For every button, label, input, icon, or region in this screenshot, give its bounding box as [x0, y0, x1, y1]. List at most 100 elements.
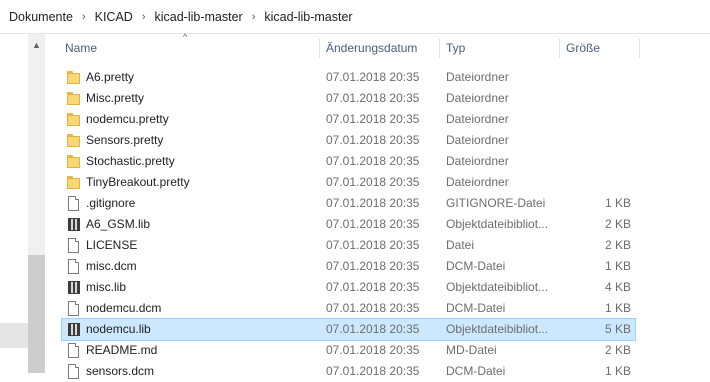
- file-name: Misc.pretty: [86, 91, 145, 105]
- chevron-right-icon[interactable]: ›: [136, 11, 152, 23]
- scroll-up-arrow-icon[interactable]: ▲: [28, 38, 45, 52]
- file-type: MD-Datei: [446, 343, 497, 357]
- breadcrumb-item-current[interactable]: kicad-lib-master: [261, 8, 355, 26]
- file-name: sensors.dcm: [86, 364, 155, 378]
- file-type: DCM-Datei: [446, 364, 506, 378]
- file-row[interactable]: README.md 07.01.2018 20:35 MD-Datei 2 KB: [62, 340, 635, 361]
- column-header-type[interactable]: Typ: [446, 34, 556, 62]
- file-type: Dateiordner: [446, 112, 509, 126]
- file-name: Stochastic.pretty: [86, 154, 175, 168]
- file-name: A6.pretty: [86, 70, 135, 84]
- file-name: LICENSE: [86, 238, 138, 252]
- chevron-right-icon[interactable]: ›: [76, 11, 92, 23]
- file-date: 07.01.2018 20:35: [326, 322, 420, 336]
- file-row[interactable]: nodemcu.pretty 07.01.2018 20:35 Dateiordne…: [62, 109, 635, 130]
- file-date: 07.01.2018 20:35: [326, 343, 420, 357]
- file-list: A6.pretty 07.01.2018 20:35 Dateiordner Misc…: [61, 67, 636, 382]
- file-type: Dateiordner: [446, 70, 509, 84]
- file-type: DCM-Datei: [446, 259, 506, 273]
- file-type: Datei: [446, 238, 475, 252]
- file-date: 07.01.2018 20:35: [326, 238, 420, 252]
- file-row[interactable]: misc.lib 07.01.2018 20:35 Objektdateibibli…: [62, 277, 635, 298]
- file-name: misc.lib: [86, 280, 127, 294]
- file-row[interactable]: sensors.dcm 07.01.2018 20:35 DCM-Datei 1 KB: [62, 361, 635, 382]
- file-date: 07.01.2018 20:35: [326, 301, 420, 315]
- library-file-icon: [67, 322, 81, 337]
- column-header-name[interactable]: Name: [65, 34, 315, 62]
- library-file-icon: [67, 217, 81, 232]
- file-row[interactable]: nodemcu.dcm 07.01.2018 20:35 DCM-Datei 1 KB: [62, 298, 635, 319]
- file-row[interactable]: Stochastic.pretty 07.01.2018 20:35 Dateior…: [62, 151, 635, 172]
- folder-icon: [67, 133, 81, 148]
- file-name: A6_GSM.lib: [86, 217, 151, 231]
- file-type: Objektdateibibliot...: [446, 322, 549, 336]
- file-row[interactable]: Sensors.pretty 07.01.2018 20:35 Dateiordne…: [62, 130, 635, 151]
- file-date: 07.01.2018 20:35: [326, 70, 420, 84]
- breadcrumb-item-kicad-lib-master[interactable]: kicad-lib-master: [151, 8, 245, 26]
- file-date: 07.01.2018 20:35: [326, 217, 420, 231]
- folder-icon: [67, 154, 81, 169]
- file-type: Dateiordner: [446, 133, 509, 147]
- file-name: misc.dcm: [86, 259, 137, 273]
- folder-icon: [67, 175, 81, 190]
- file-size: 5 KB: [604, 322, 631, 336]
- file-type: Dateiordner: [446, 175, 509, 189]
- file-type: Dateiordner: [446, 154, 509, 168]
- file-icon: [67, 364, 81, 379]
- file-type: Objektdateibibliot...: [446, 217, 549, 231]
- file-date: 07.01.2018 20:35: [326, 196, 420, 210]
- file-size: 1 KB: [604, 364, 631, 378]
- column-divider[interactable]: [439, 38, 440, 58]
- file-type: GITIGNORE-Datei: [446, 196, 546, 210]
- file-icon: [67, 238, 81, 253]
- file-row[interactable]: TinyBreakout.pretty 07.01.2018 20:35 Datei…: [62, 172, 635, 193]
- file-row[interactable]: LICENSE 07.01.2018 20:35 Datei 2 KB: [62, 235, 635, 256]
- file-icon: [67, 196, 81, 211]
- file-row[interactable]: Misc.pretty 07.01.2018 20:35 Dateiordner: [62, 88, 635, 109]
- library-file-icon: [67, 280, 81, 295]
- file-size: 4 KB: [604, 280, 631, 294]
- file-date: 07.01.2018 20:35: [326, 259, 420, 273]
- file-name: nodemcu.lib: [86, 322, 151, 336]
- folder-icon: [67, 112, 81, 127]
- scrollbar-thumb[interactable]: [28, 255, 45, 373]
- file-size: 2 KB: [604, 238, 631, 252]
- column-divider[interactable]: [639, 38, 640, 58]
- breadcrumb: Dokumente › KICAD › kicad-lib-master › k…: [0, 0, 710, 34]
- file-size: 1 KB: [604, 259, 631, 273]
- file-date: 07.01.2018 20:35: [326, 91, 420, 105]
- file-type: DCM-Datei: [446, 301, 506, 315]
- file-name: Sensors.pretty: [86, 133, 164, 147]
- navigation-pane-selection[interactable]: [0, 323, 28, 348]
- file-size: 2 KB: [604, 343, 631, 357]
- file-size: 1 KB: [604, 196, 631, 210]
- file-row[interactable]: nodemcu.lib 07.01.2018 20:35 Objektdateibi…: [61, 318, 636, 341]
- folder-icon: [67, 70, 81, 85]
- file-size: 2 KB: [604, 217, 631, 231]
- file-name: README.md: [86, 343, 158, 357]
- file-icon: [67, 301, 81, 316]
- file-row[interactable]: A6.pretty 07.01.2018 20:35 Dateiordner: [62, 67, 635, 88]
- file-type: Objektdateibibliot...: [446, 280, 549, 294]
- file-date: 07.01.2018 20:35: [326, 364, 420, 378]
- chevron-right-icon[interactable]: ›: [246, 11, 262, 23]
- file-name: nodemcu.pretty: [86, 112, 169, 126]
- file-date: 07.01.2018 20:35: [326, 154, 420, 168]
- breadcrumb-item-kicad[interactable]: KICAD: [92, 8, 136, 26]
- file-date: 07.01.2018 20:35: [326, 133, 420, 147]
- column-divider[interactable]: [319, 38, 320, 58]
- file-name: .gitignore: [86, 196, 136, 210]
- file-name: nodemcu.dcm: [86, 301, 162, 315]
- file-size: 1 KB: [604, 301, 631, 315]
- file-row[interactable]: A6_GSM.lib 07.01.2018 20:35 Objektdateibib…: [62, 214, 635, 235]
- breadcrumb-item-dokumente[interactable]: Dokumente: [6, 8, 76, 26]
- file-icon: [67, 259, 81, 274]
- column-divider[interactable]: [559, 38, 560, 58]
- column-header-size[interactable]: Größe: [566, 34, 636, 62]
- file-row[interactable]: misc.dcm 07.01.2018 20:35 DCM-Datei 1 KB: [62, 256, 635, 277]
- column-header-date[interactable]: Änderungsdatum: [326, 34, 440, 62]
- file-row[interactable]: .gitignore 07.01.2018 20:35 GITIGNORE-Date…: [62, 193, 635, 214]
- file-date: 07.01.2018 20:35: [326, 175, 420, 189]
- navigation-pane-scrollbar[interactable]: ▲: [28, 34, 45, 373]
- file-date: 07.01.2018 20:35: [326, 280, 420, 294]
